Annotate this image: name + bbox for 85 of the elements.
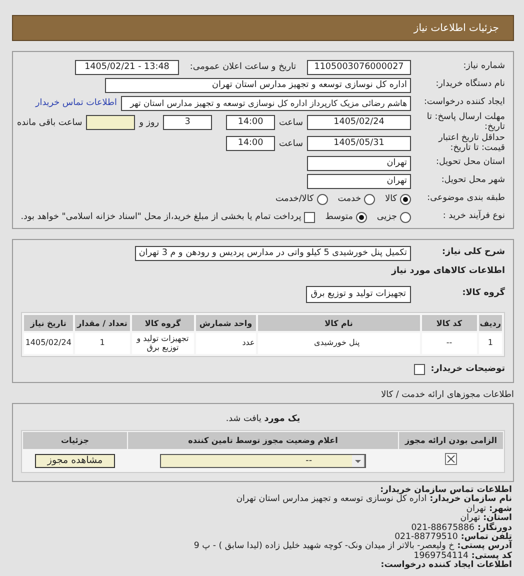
table-cell: 1 [74, 333, 130, 354]
field-label: شهر محل تحویل: [440, 176, 505, 186]
field-label: تاریخ و ساعت اعلان عمومی: [188, 62, 298, 72]
contact-value: تهران [460, 514, 480, 524]
section-title: اطلاعات کالاهای مورد نیاز [391, 266, 505, 276]
input-field: تهران [307, 174, 411, 188]
contact-label: شهر: [489, 504, 512, 514]
contact-label: نام سازمان خریدار: [430, 495, 512, 504]
column-header: جزئیات [23, 432, 127, 449]
contact-value: 021-88779510 [394, 533, 458, 542]
field-label: گروه کالا: [461, 289, 505, 299]
view-license-button[interactable]: مشاهده مجوز [35, 454, 115, 468]
contact-label: آدرس پستی: [457, 542, 512, 552]
contact-value: خ ولیعصر- بالاتر از میدان ونک- کوچه شهید خلیل زاده (لیدا سابق ) - پ 9 [194, 542, 454, 552]
column-header: واحد شمارش [196, 315, 256, 331]
input-field: اداره کل نوسازی توسعه و تجهیز مدارس استان تهران [105, 78, 411, 92]
column-header: تعداد / مقدار [74, 315, 130, 331]
contact-label: استان: [483, 514, 512, 524]
input-field: تهران [307, 156, 411, 170]
column-header: نام کالا [258, 315, 420, 331]
input-field: تجهیزات تولید و توزیع برق [306, 286, 411, 302]
checkbox[interactable] [304, 212, 316, 222]
time-field: 14:00 [226, 115, 276, 130]
radio-button[interactable] [400, 212, 411, 222]
input-field: 1105003076000027 [307, 60, 411, 74]
field-label: نام دستگاه خریدار: [434, 80, 505, 90]
option-label: خدمت [338, 194, 362, 204]
field-label: ساعت باقی مانده [17, 118, 82, 128]
column-header: کد کالا [422, 315, 477, 331]
input-field: هاشم رضائی مزیک کارپرداز اداره کل نوسازی توسعه و تجهیز مدارس استان تهر [121, 96, 411, 110]
field-label: ساعت [279, 118, 303, 128]
checkbox[interactable] [414, 364, 425, 374]
contact-value: 1969754114 [414, 552, 468, 561]
date-field: 1405/05/31 [307, 136, 411, 151]
table-cell: پنل خورشیدی [258, 333, 420, 354]
column-header: اعلام وضعیت مجوز توسط تامین کننده [128, 432, 398, 449]
radio-button[interactable] [316, 194, 328, 204]
table-cell: تجهیزات تولید و توزیع برق [132, 333, 194, 354]
option-label: کالا/خدمت [275, 194, 314, 204]
field-label: مهلت ارسال پاسخ: تا تاریخ: [426, 113, 505, 132]
table-cell: 1405/02/24 [24, 333, 73, 354]
section-title: اطلاعات تماس سازمان خریدار: [380, 486, 512, 495]
field-label: ساعت [279, 138, 303, 148]
table-cell: عدد [196, 333, 256, 354]
field-label: شماره نیاز: [462, 62, 505, 72]
header-title: جزئیات اطلاعات نیاز [414, 22, 499, 34]
date-field: 1405/02/24 [307, 115, 411, 130]
radio-button[interactable] [356, 212, 367, 222]
field-label: ایجاد کننده درخواست: [422, 98, 505, 108]
input-field: 1405/02/21 - 13:48 [75, 60, 179, 74]
field-label: روز و [139, 118, 160, 128]
table-cell: 1 [478, 333, 502, 354]
contact-value: اداره کل نوسازی توسعه و تجهیز مدارس استان تهران [236, 495, 427, 505]
field-label: حداقل تاریخ اعتبار قیمت: تا تاریخ: [437, 134, 505, 153]
time-field: 14:00 [226, 136, 276, 151]
description-field: تکمیل پنل خورشیدی 5 کیلو واتی در مدارس پردیس و رودهن و م 3 تهران [134, 246, 411, 260]
buyer-contact-link[interactable]: اطلاعات تماس خریدار [36, 98, 117, 108]
field-label: نوع فرآیند خرید : [442, 212, 505, 222]
column-header: تاریخ نیاز [24, 315, 73, 331]
hours-field [86, 115, 136, 130]
option-label: متوسط [325, 212, 353, 222]
option-label: جزیی [376, 212, 397, 222]
contact-value: تهران [466, 504, 486, 514]
table-cell: -- [422, 333, 477, 354]
radio-button[interactable] [364, 194, 376, 204]
field-label: استان محل تحویل: [434, 158, 505, 168]
column-header: ردیف [478, 315, 502, 331]
contact-label: دورنگار: [477, 524, 512, 533]
column-header: گروه کالا [132, 315, 194, 331]
contact-label: تلفن تماس: [460, 533, 512, 542]
days-field: 3 [163, 115, 212, 130]
contact-value: 021-88675886 [411, 524, 474, 533]
option-label: کالا [385, 194, 397, 204]
field-label: طبقه بندی موضوعی: [426, 194, 505, 204]
section-title: اطلاعات مجوزهای ارائه خدمت / کالا [380, 390, 514, 400]
contact-label: کد پستی: [471, 552, 512, 561]
result-count: یک مورد یافت شد. [226, 414, 300, 424]
caret-icon [352, 454, 365, 466]
radio-button[interactable] [400, 194, 411, 204]
column-header: الزامی بودن ارائه مجوز [399, 432, 503, 449]
option-label: پرداخت تمام یا بخشی از مبلغ خرید،از محل "اسناد خزانه اسلامی" خواهد بود. [20, 212, 302, 222]
section-title: اطلاعات ایجاد کننده درخواست: [380, 561, 512, 571]
status-dropdown[interactable]: -- [160, 454, 366, 468]
field-label: شرح کلی نیاز: [441, 248, 505, 258]
field-label: توضیحات خریدار: [430, 364, 505, 374]
